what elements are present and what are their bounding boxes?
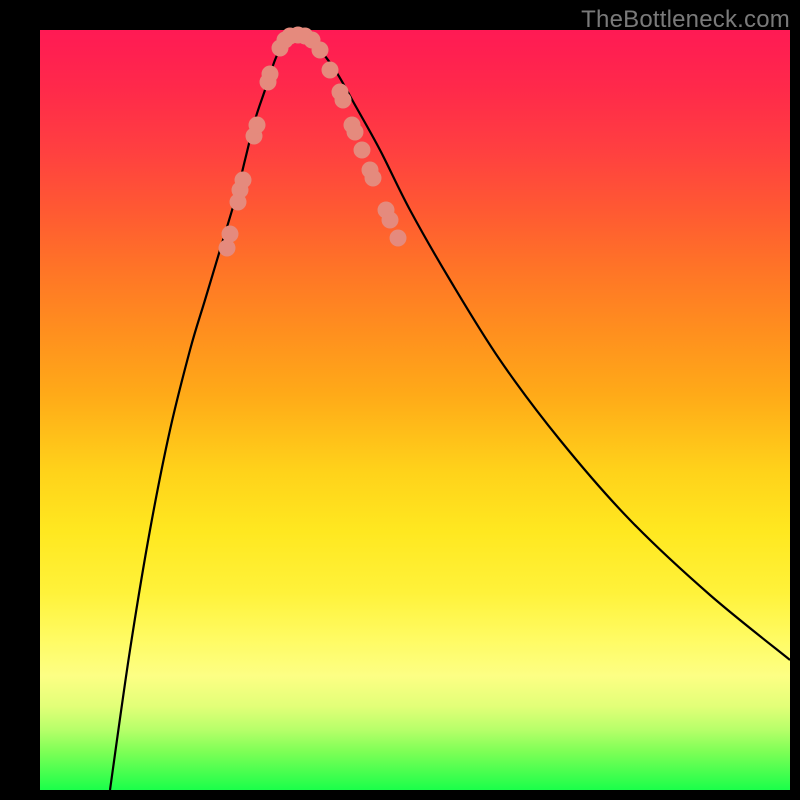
data-marker bbox=[390, 230, 407, 247]
plot-area bbox=[40, 30, 790, 790]
watermark-text: TheBottleneck.com bbox=[581, 6, 790, 34]
data-marker bbox=[262, 66, 279, 83]
curve-svg bbox=[40, 30, 790, 790]
data-marker bbox=[312, 42, 329, 59]
data-marker bbox=[335, 92, 352, 109]
data-marker bbox=[222, 226, 239, 243]
data-marker bbox=[347, 124, 364, 141]
data-marker bbox=[382, 212, 399, 229]
data-marker bbox=[365, 170, 382, 187]
chart-frame: TheBottleneck.com bbox=[0, 0, 800, 800]
data-marker bbox=[249, 117, 266, 134]
bottleneck-curve bbox=[110, 35, 790, 790]
data-marker bbox=[322, 62, 339, 79]
data-marker bbox=[235, 172, 252, 189]
data-marker bbox=[354, 142, 371, 159]
marker-group bbox=[219, 27, 407, 257]
data-marker bbox=[219, 240, 236, 257]
